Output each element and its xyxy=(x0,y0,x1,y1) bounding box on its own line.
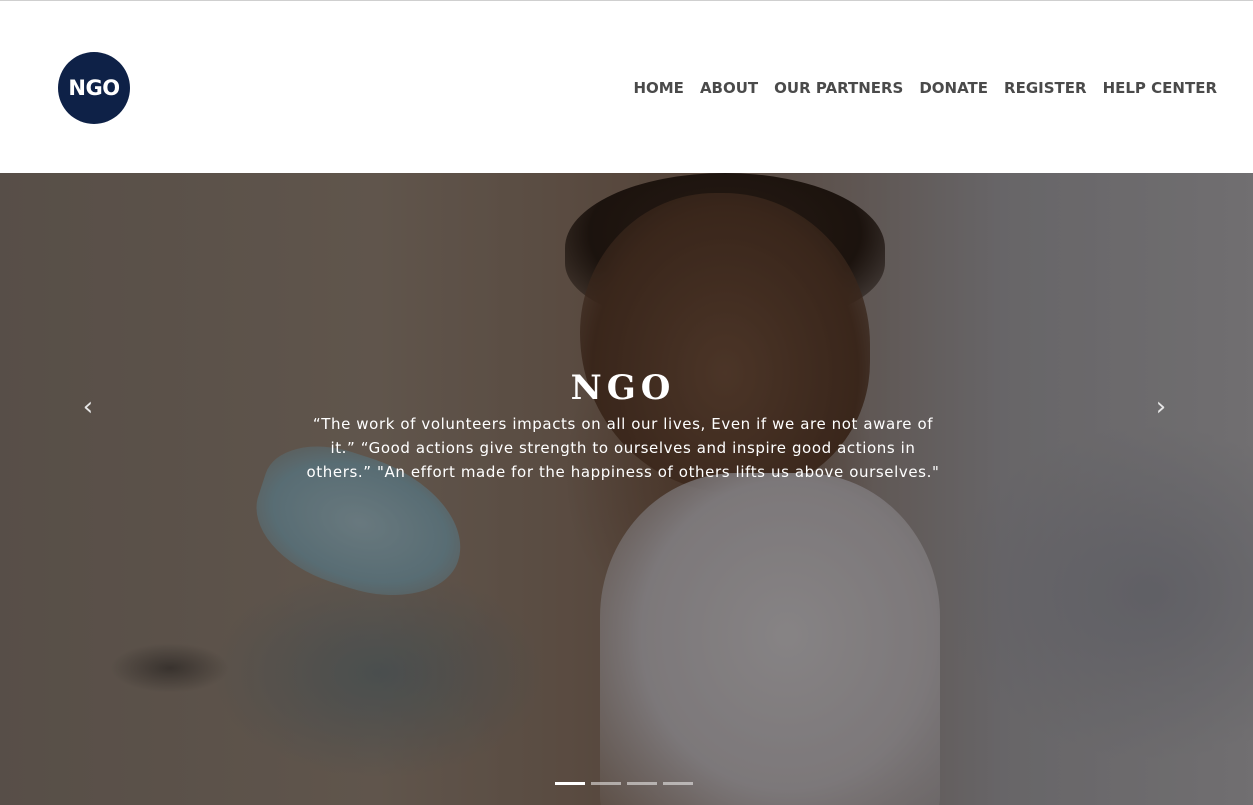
nav-donate[interactable]: DONATE xyxy=(919,77,988,99)
nav-our-partners[interactable]: OUR PARTNERS xyxy=(774,77,903,99)
nav-register[interactable]: REGISTER xyxy=(1004,77,1087,99)
nav-about[interactable]: ABOUT xyxy=(700,77,758,99)
hero-carousel: ‹ › NGO “The work of volunteers impacts … xyxy=(0,173,1253,805)
carousel-indicator[interactable] xyxy=(663,782,693,785)
nav-home[interactable]: HOME xyxy=(633,77,683,99)
nav-help-center[interactable]: HELP CENTER xyxy=(1103,77,1217,99)
main-nav: HOME ABOUT OUR PARTNERS DONATE REGISTER … xyxy=(633,77,1217,99)
carousel-next-icon[interactable]: › xyxy=(1146,392,1176,422)
carousel-indicator[interactable] xyxy=(627,782,657,785)
caption-title: NGO xyxy=(570,368,676,408)
carousel-prev-icon[interactable]: ‹ xyxy=(73,392,103,422)
caption-text: “The work of volunteers impacts on all o… xyxy=(306,415,940,481)
site-header: NGO HOME ABOUT OUR PARTNERS DONATE REGIS… xyxy=(0,1,1253,173)
carousel-caption: NGO “The work of volunteers impacts on a… xyxy=(300,368,946,484)
carousel-indicator[interactable] xyxy=(555,782,585,785)
hero-overlay xyxy=(0,173,1253,805)
logo[interactable]: NGO xyxy=(58,52,130,124)
carousel-indicator[interactable] xyxy=(591,782,621,785)
carousel-indicators xyxy=(555,782,693,785)
